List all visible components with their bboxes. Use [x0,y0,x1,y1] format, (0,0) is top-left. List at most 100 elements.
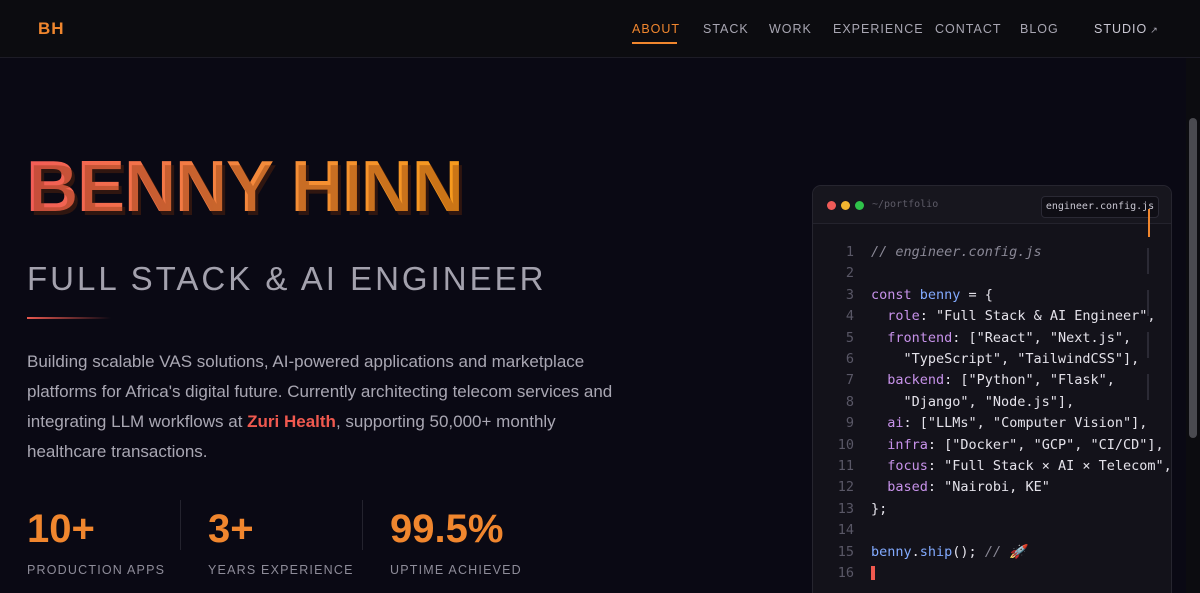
line-number: 12 [837,479,854,496]
minimize-window-dot [841,201,850,210]
nav-link-about[interactable]: ABOUT [632,22,680,36]
stat-label: UPTIME ACHIEVED [390,563,522,577]
line-content: ai: ["LLMs", "Computer Vision"], [871,413,1147,434]
code-token: : ["Docker", "GCP", "CI/CD"], [927,436,1164,453]
line-number: 15 [837,543,854,560]
nav-link-blog[interactable]: BLOG [1020,22,1059,36]
stat-label: YEARS EXPERIENCE [208,563,354,577]
line-content: frontend: ["React", "Next.js", [871,328,1131,349]
text-cursor [871,566,875,580]
hero-role: FULL STACK & AI ENGINEER [27,260,547,297]
stat-production-apps: 10+ PRODUCTION APPS [27,505,165,577]
external-link-icon: ↗ [1150,25,1159,35]
code-line: 1 // engineer.config.js [813,242,1171,263]
line-content: infra: ["Docker", "GCP", "CI/CD"], [871,435,1164,456]
code-line: 6 "TypeScript", "TailwindCSS"], [813,349,1171,370]
nav-link-contact[interactable]: CONTACT [935,22,1002,36]
code-token: : ["React", "Next.js", [952,329,1132,346]
line-number: 2 [845,265,854,282]
site-logo[interactable]: BH [38,19,65,39]
stat-value: 10+ [27,507,95,551]
line-content [871,563,875,584]
code-token: (); [952,543,985,560]
editor-titlebar: ~/portfolio engineer.config.js [813,186,1171,224]
nav-link-studio[interactable]: STUDIO ↗ [1094,22,1159,36]
hero-name: BENNY HINN [26,147,464,227]
line-number: 5 [845,329,854,346]
stat-value: 3+ [208,507,254,551]
stat-divider [362,500,363,550]
line-number: 11 [837,458,854,474]
stat-uptime: 99.5% UPTIME ACHIEVED [390,505,522,577]
line-content: role: "Full Stack & AI Engineer", [871,306,1155,327]
line-number: 8 [845,393,854,410]
code-token: role [887,308,920,325]
code-token: // engineer.config.js [871,244,1042,260]
line-number: 10 [837,436,854,453]
code-token: ai [887,415,904,432]
code-editor-window: ~/portfolio engineer.config.js 1 // engin… [812,185,1172,593]
nav-link-work[interactable]: WORK [769,22,812,36]
page-scrollbar-thumb[interactable] [1189,118,1197,438]
code-token: const [871,286,920,303]
code-token: : "Full Stack & AI Engineer", [919,308,1156,325]
code-token: ship [919,543,953,560]
stat-label: PRODUCTION APPS [27,563,166,577]
code-line: 16 [813,563,1171,584]
company-highlight: Zuri Health [247,412,336,431]
tab-accent-bar [1148,209,1150,237]
hero-divider [27,317,111,319]
code-token: : ["LLMs", "Computer Vision"], [903,415,1148,432]
code-line: 11 focus: "Full Stack × AI × Telecom", [813,456,1171,477]
line-content: }; [871,499,887,520]
page-scrollbar[interactable] [1186,58,1200,593]
code-token: "TypeScript", "TailwindCSS"], [871,351,1140,367]
editor-path: ~/portfolio [872,199,939,210]
line-number: 16 [837,565,854,581]
code-token: backend [887,372,945,389]
line-number: 6 [845,351,854,367]
line-number: 4 [845,308,854,325]
stat-years-experience: 3+ YEARS EXPERIENCE [208,505,354,577]
code-token: = { [960,286,993,303]
code-line: 7 backend: ["Python", "Flask", [813,370,1171,391]
code-line: 14 [813,520,1171,541]
code-token: benny [871,543,912,560]
code-line: 12 based: "Nairobi, KE" [813,477,1171,498]
nav-link-stack[interactable]: STACK [703,22,749,36]
line-number: 7 [845,372,854,389]
line-content: focus: "Full Stack × AI × Telecom", [871,456,1172,477]
close-window-dot [827,201,836,210]
code-line: 2 [813,263,1171,284]
line-number: 3 [845,286,854,303]
line-content: "TypeScript", "TailwindCSS"], [871,349,1140,370]
top-nav: BH ABOUT STACK WORK EXPERIENCE CONTACT B… [0,0,1200,58]
studio-label: STUDIO [1094,22,1148,36]
code-line: 13}; [813,499,1171,520]
code-token: based [887,479,928,496]
hero-description: Building scalable VAS solutions, AI-powe… [27,347,627,467]
active-nav-indicator [632,42,677,44]
nav-link-experience[interactable]: EXPERIENCE [833,22,924,36]
line-content: const benny = { [871,285,993,306]
code-token: : "Full Stack × AI × Telecom", [927,458,1172,474]
code-token: "Django", "Node.js"], [871,393,1075,410]
code-line: 3 const benny = { [813,285,1171,306]
line-content: "Django", "Node.js"], [871,392,1075,413]
code-line: 5 frontend: ["React", "Next.js", [813,328,1171,349]
code-line: 9 ai: ["LLMs", "Computer Vision"], [813,413,1171,434]
code-token: benny [919,286,961,303]
line-number: 13 [837,500,854,517]
editor-tab[interactable]: engineer.config.js [1041,196,1159,218]
code-line: 8 "Django", "Node.js"], [813,392,1171,413]
stat-value: 99.5% [390,507,504,551]
line-number: 9 [845,415,854,432]
stat-divider [180,500,181,550]
code-token: . [911,543,920,560]
